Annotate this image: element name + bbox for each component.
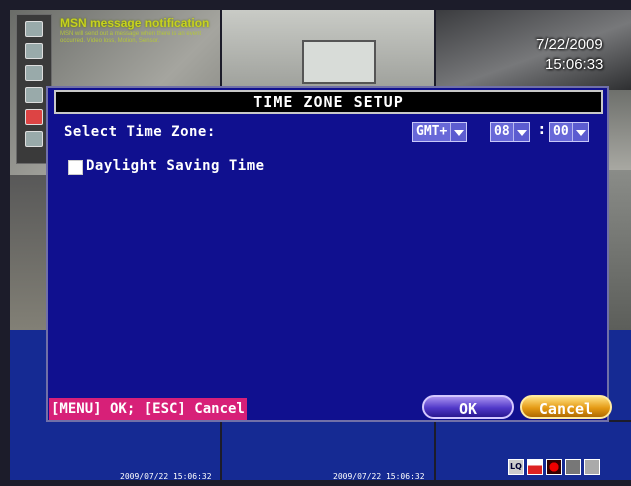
chevron-down-icon[interactable] — [571, 123, 588, 141]
osd-time: 15:06:33 — [545, 56, 604, 73]
menu-hint: [MENU] OK; [ESC] Cancel — [49, 398, 247, 420]
time-zone-setup-dialog: TIME ZONE SETUP Select Time Zone: GMT+ 0… — [46, 86, 612, 422]
daylight-saving-checkbox[interactable] — [68, 160, 83, 175]
search-icon[interactable] — [25, 87, 43, 103]
record-icon[interactable] — [25, 65, 43, 81]
ok-button[interactable]: OK — [422, 395, 514, 419]
cancel-button[interactable]: Cancel — [520, 395, 612, 419]
dialog-title: TIME ZONE SETUP — [54, 90, 603, 114]
select-time-zone-label: Select Time Zone: — [64, 124, 216, 140]
chevron-down-icon[interactable] — [450, 123, 467, 141]
channel-timestamp-2: 2009/07/22 15:06:32 — [333, 472, 425, 481]
daylight-saving-label[interactable]: Daylight Saving Time — [86, 158, 265, 174]
quality-lq-icon[interactable]: LQ — [508, 459, 524, 475]
hdd-status-icon[interactable] — [527, 459, 543, 475]
chevron-down-icon[interactable] — [512, 123, 529, 141]
camera-channel-6[interactable] — [609, 170, 631, 330]
hour-offset-value: 08 — [494, 124, 510, 139]
camera-channel-5[interactable] — [609, 90, 631, 170]
msn-body: MSN will send out a message when there i… — [60, 31, 202, 44]
minute-offset-value: 00 — [553, 124, 569, 139]
time-separator: : — [539, 122, 545, 138]
gmt-sign-select[interactable]: GMT+ — [412, 122, 468, 142]
osd-date: 7/22/2009 — [536, 36, 603, 53]
alarm-status-icon[interactable] — [584, 459, 600, 475]
camera-channel-2[interactable] — [222, 10, 434, 90]
msn-notification: MSN message notification MSN will send o… — [60, 16, 240, 76]
system-icon[interactable] — [25, 131, 43, 147]
minute-offset-select[interactable]: 00 — [549, 122, 589, 142]
camera-2-window — [302, 40, 376, 84]
channel-timestamp-1: 2009/07/22 15:06:32 — [120, 472, 212, 481]
msn-title: MSN message notification — [60, 16, 210, 30]
alarm-icon[interactable] — [25, 109, 43, 125]
gmt-sign-value: GMT+ — [416, 124, 448, 139]
camera-icon[interactable] — [25, 43, 43, 59]
hour-offset-select[interactable]: 08 — [490, 122, 530, 142]
network-status-icon[interactable] — [565, 459, 581, 475]
record-status-icon[interactable] — [546, 459, 562, 475]
camera-channel-4[interactable] — [10, 175, 46, 330]
lq-label: LQ — [510, 462, 522, 471]
monitor-icon[interactable] — [25, 21, 43, 37]
camera-channel-8[interactable] — [609, 330, 631, 420]
